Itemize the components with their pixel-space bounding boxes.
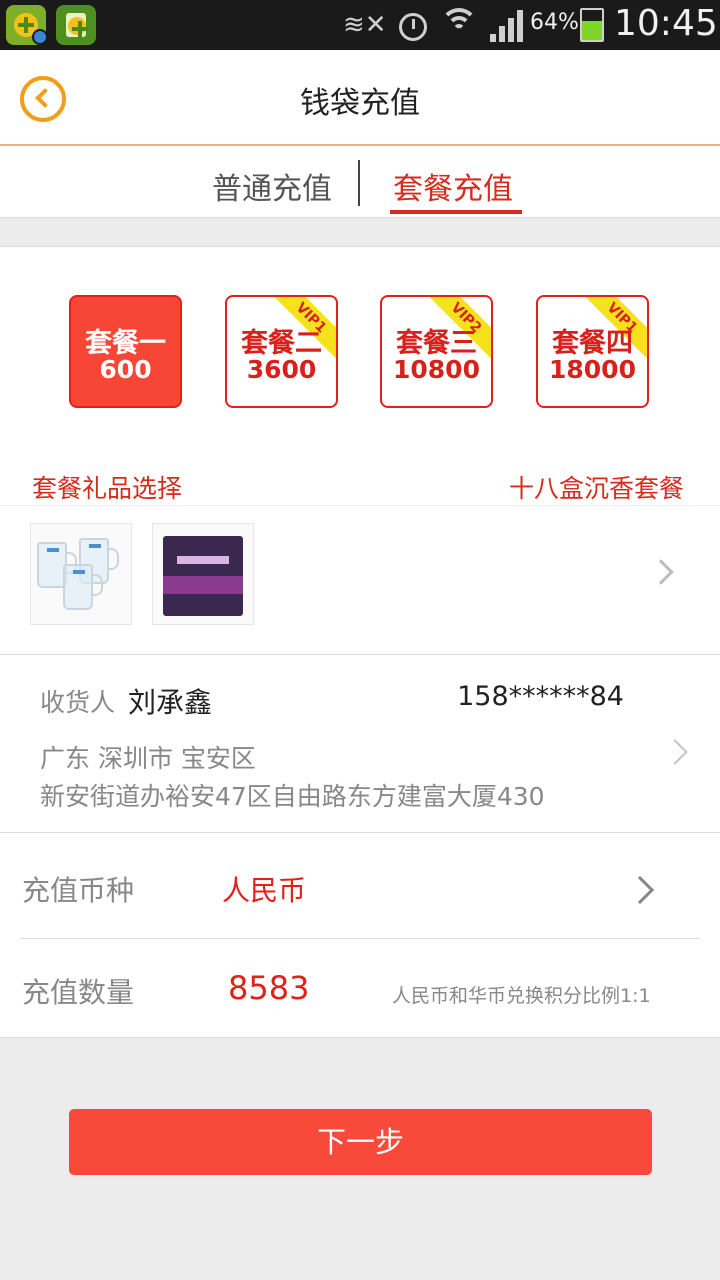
- tab-normal-recharge[interactable]: 普通充值: [212, 164, 332, 208]
- chevron-right-icon[interactable]: [662, 739, 688, 765]
- status-bar: ≋✕ 64% 10:45: [0, 0, 720, 50]
- tab-divider: [358, 160, 360, 206]
- next-step-button[interactable]: 下一步: [69, 1109, 652, 1175]
- app-store-icon: [56, 5, 96, 45]
- battery-icon: [580, 8, 604, 42]
- gift-box-image[interactable]: [152, 523, 254, 625]
- header: 钱袋充值: [0, 50, 720, 146]
- chevron-right-icon[interactable]: [648, 559, 674, 585]
- app-root: ≋✕ 64% 10:45 钱袋充值 普通充值 套餐充值 套餐一 600 VIP1…: [0, 0, 720, 1280]
- currency-value[interactable]: 人民币: [222, 869, 306, 909]
- amount-value[interactable]: 8583: [228, 969, 309, 1007]
- package-card-2[interactable]: VIP1 套餐二 3600: [225, 295, 338, 408]
- address-section[interactable]: 收货人 刘承鑫 158******84 广东 深圳市 宝安区 新安街道办裕安47…: [0, 654, 720, 832]
- divider: [0, 505, 720, 506]
- currency-label: 充值币种: [22, 874, 135, 907]
- package-card-4[interactable]: VIP1 套餐四 18000: [536, 295, 649, 408]
- gift-selection-value[interactable]: 十八盒沉香套餐: [509, 469, 684, 505]
- page-title: 钱袋充值: [300, 86, 420, 121]
- tab-package-recharge[interactable]: 套餐充值: [393, 164, 513, 208]
- package-amount: 3600: [246, 355, 317, 384]
- address-street: 新安街道办裕安47区自由路东方建富大厦430: [40, 782, 545, 811]
- battery-percent: 64%: [530, 10, 579, 35]
- tab-active-indicator: [390, 210, 522, 214]
- chevron-right-icon[interactable]: [625, 875, 655, 905]
- package-amount: 18000: [549, 355, 636, 384]
- wifi-icon: [440, 8, 478, 42]
- recipient-phone: 158******84: [457, 681, 624, 712]
- amount-label: 充值数量: [22, 976, 135, 1009]
- recharge-form: 充值币种 人民币 充值数量 8583 人民币和华币兑换积分比例1:1: [0, 832, 720, 1038]
- tab-bar: 普通充值 套餐充值: [0, 146, 720, 218]
- gift-glass-mugs-image[interactable]: [30, 523, 132, 625]
- address-region: 广东 深圳市 宝安区: [40, 744, 256, 773]
- recipient-label: 收货人: [40, 688, 116, 717]
- package-amount: 10800: [393, 355, 480, 384]
- gift-selection-label: 套餐礼品选择: [32, 474, 183, 503]
- package-card-1[interactable]: 套餐一 600: [69, 295, 182, 408]
- clock: 10:45: [614, 3, 718, 44]
- package-card-3[interactable]: VIP2 套餐三 10800: [380, 295, 493, 408]
- signal-icon: [490, 8, 526, 42]
- divider: [20, 938, 700, 939]
- package-amount: 600: [99, 355, 152, 384]
- mute-icon: ≋✕: [343, 10, 387, 40]
- recipient-name: 刘承鑫: [128, 686, 213, 719]
- app-360-icon: [6, 5, 48, 45]
- package-section: 套餐一 600 VIP1 套餐二 3600 VIP2 套餐三 10800 VIP…: [0, 246, 720, 654]
- exchange-ratio-note: 人民币和华币兑换积分比例1:1: [392, 985, 651, 1007]
- alarm-icon: [396, 8, 430, 42]
